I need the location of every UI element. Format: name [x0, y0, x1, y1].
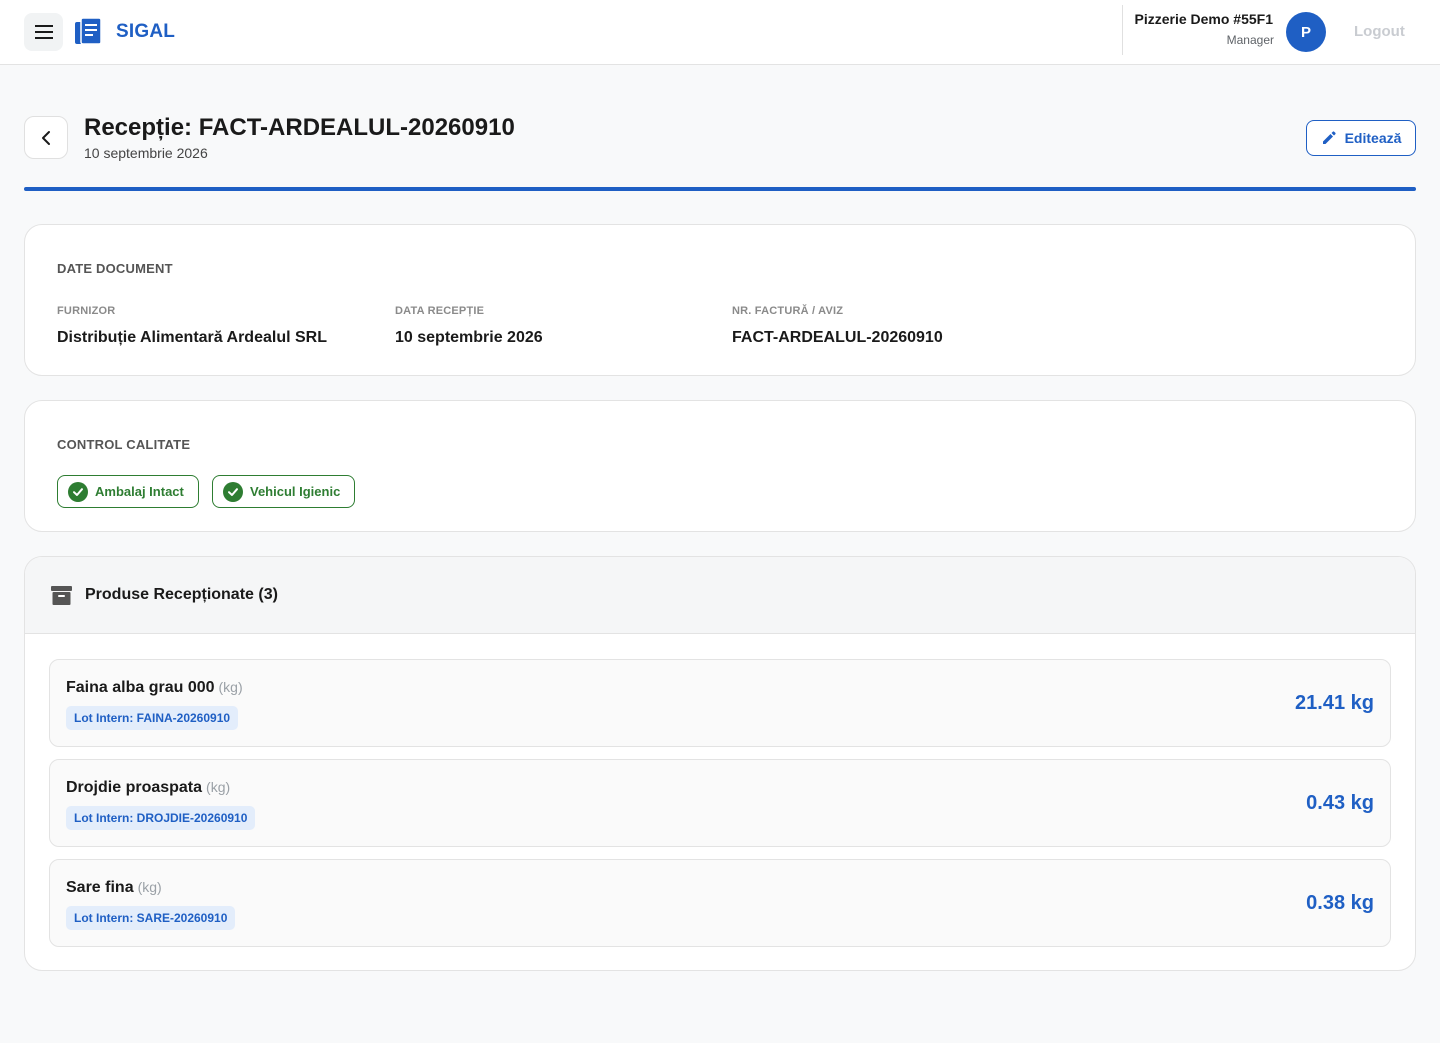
invoice-number-label: NR. FACTURĂ / AVIZ: [732, 305, 844, 317]
quality-section-title: CONTROL CALITATE: [57, 437, 191, 452]
chevron-left-icon: [42, 130, 50, 145]
supplier-field: FURNIZOR Distribuție Alimentară Ardealul…: [57, 305, 327, 347]
product-unit: (kg): [206, 779, 231, 795]
product-row[interactable]: Sare fina (kg) Lot Intern: SARE-20260910 …: [49, 859, 1391, 947]
products-header: Produse Recepționate (3): [25, 557, 1415, 634]
back-button[interactable]: [24, 116, 68, 159]
product-name-line: Sare fina (kg): [66, 879, 162, 897]
qc-chip-packaging: Ambalaj Intact: [57, 475, 199, 508]
reception-date-value: 10 septembrie 2026: [395, 329, 543, 346]
qc-chip-label: Ambalaj Intact: [95, 484, 184, 499]
product-quantity: 0.43 kg: [1306, 792, 1374, 814]
qc-chip-vehicle: Vehicul Igienic: [212, 475, 356, 508]
products-card: Produse Recepționate (3) Faina alba grau…: [24, 556, 1416, 971]
product-row[interactable]: Faina alba grau 000 (kg) Lot Intern: FAIN…: [49, 659, 1391, 747]
page-title: Recepție: FACT-ARDEALUL-20260910: [84, 114, 515, 141]
product-unit: (kg): [137, 879, 162, 895]
logout-button[interactable]: Logout: [1354, 23, 1405, 40]
product-row[interactable]: Drojdie proaspata (kg) Lot Intern: DROJDI…: [49, 759, 1391, 847]
lot-badge: Lot Intern: FAINA-20260910: [66, 706, 239, 730]
lot-badge: Lot Intern: SARE-20260910: [66, 906, 236, 930]
pencil-icon: [1322, 131, 1336, 144]
product-name: Faina alba grau 000: [66, 679, 215, 696]
supplier-label: FURNIZOR: [57, 305, 116, 317]
edit-button[interactable]: Editează: [1306, 120, 1416, 156]
menu-button[interactable]: [24, 13, 63, 51]
page-subtitle: 10 septembrie 2026: [84, 145, 208, 161]
product-unit: (kg): [218, 679, 243, 695]
lot-badge: Lot Intern: DROJDIE-20260910: [66, 806, 256, 830]
product-name-line: Faina alba grau 000 (kg): [66, 679, 243, 697]
invoice-number-field: NR. FACTURĂ / AVIZ FACT-ARDEALUL-2026091…: [732, 305, 943, 347]
check-circle-icon: [68, 481, 88, 502]
archive-box-icon: [51, 586, 72, 605]
app-name[interactable]: SIGAL: [116, 21, 175, 43]
products-title: Produse Recepționate (3): [85, 586, 278, 603]
supplier-value: Distribuție Alimentară Ardealul SRL: [57, 329, 327, 346]
edit-button-label: Editează: [1344, 130, 1402, 146]
product-name: Drojdie proaspata: [66, 779, 203, 796]
product-name: Sare fina: [66, 879, 134, 896]
quality-control-card: CONTROL CALITATE Ambalaj Intact Vehicul …: [24, 400, 1416, 532]
product-quantity: 0.38 kg: [1306, 892, 1374, 914]
header-rule: [24, 187, 1416, 191]
document-section-title: DATE DOCUMENT: [57, 261, 173, 276]
document-card: DATE DOCUMENT FURNIZOR Distribuție Alime…: [24, 224, 1416, 376]
document-stack-icon[interactable]: [72, 16, 104, 48]
hamburger-menu-icon: [34, 25, 53, 39]
check-circle-icon: [223, 481, 243, 502]
reception-date-field: DATA RECEPȚIE 10 septembrie 2026: [395, 305, 543, 347]
avatar[interactable]: P: [1286, 12, 1326, 52]
product-quantity: 21.41 kg: [1295, 692, 1374, 714]
org-name: Pizzerie Demo #55F1: [1134, 11, 1273, 27]
header-divider: [1122, 5, 1123, 55]
qc-chip-label: Vehicul Igienic: [250, 484, 341, 499]
reception-date-label: DATA RECEPȚIE: [395, 305, 485, 317]
invoice-number-value: FACT-ARDEALUL-20260910: [732, 329, 943, 346]
top-bar: SIGAL Pizzerie Demo #55F1 Manager P Logo…: [0, 0, 1440, 65]
org-role: Manager: [1226, 33, 1274, 47]
product-name-line: Drojdie proaspata (kg): [66, 779, 230, 797]
